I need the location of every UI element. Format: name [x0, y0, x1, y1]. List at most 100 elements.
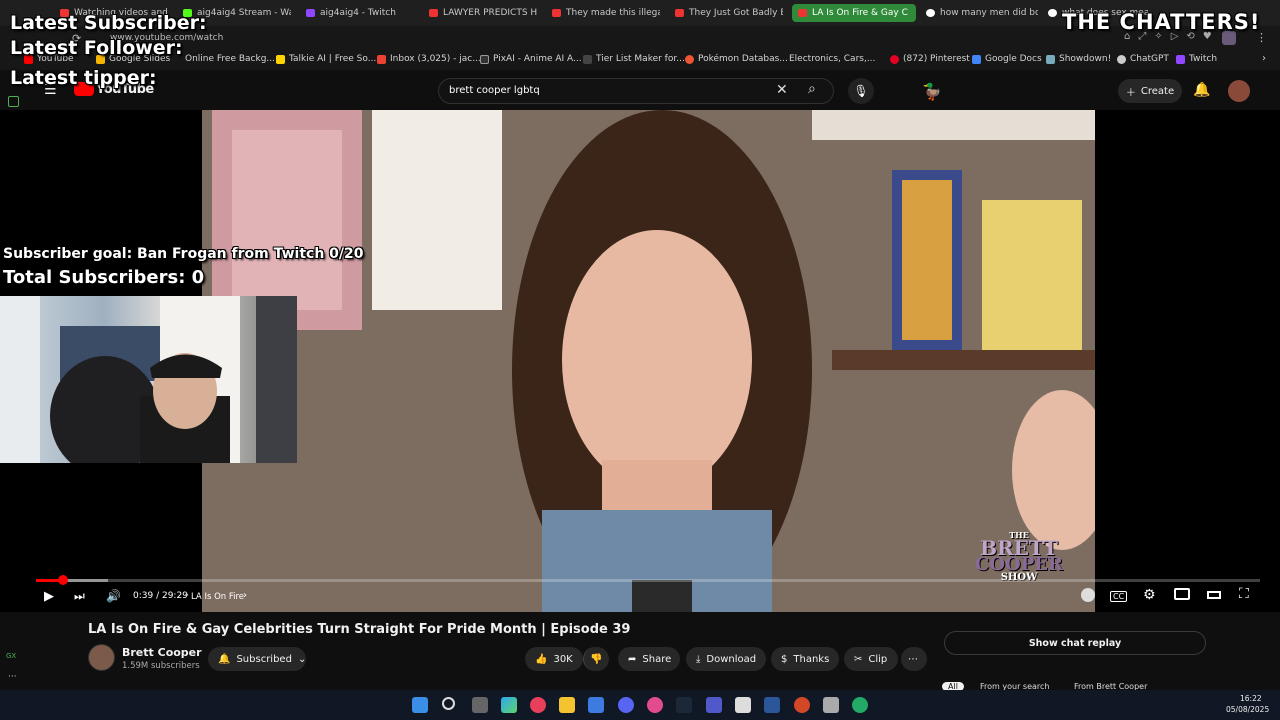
- volume-icon[interactable]: 🔊: [106, 589, 121, 603]
- captions-icon[interactable]: CC: [1110, 591, 1128, 602]
- bookmark-pixai[interactable]: PixAI - Anime AI A...: [480, 54, 582, 64]
- word-icon[interactable]: [764, 697, 780, 713]
- chip-from-channel[interactable]: From Brett Cooper: [1074, 682, 1147, 690]
- voice-search-icon[interactable]: 🎙: [848, 78, 874, 104]
- steam-icon[interactable]: [676, 697, 692, 713]
- autoplay-toggle[interactable]: [1081, 588, 1095, 602]
- plus-icon: ＋: [1125, 87, 1136, 99]
- powerpoint-icon[interactable]: [794, 697, 810, 713]
- copilot-icon[interactable]: [501, 697, 517, 713]
- bookmark-pinterest[interactable]: (872) Pinterest: [890, 54, 970, 64]
- bell-icon: 🔔: [218, 653, 231, 665]
- app-icon[interactable]: [852, 697, 868, 713]
- talkie-icon: [276, 54, 285, 64]
- windows-start-icon[interactable]: [412, 697, 428, 713]
- google-favicon-icon: [926, 9, 935, 17]
- chapter-separator: •: [184, 591, 190, 601]
- thanks-button[interactable]: $ Thanks: [771, 647, 839, 671]
- sidebar-more-icon[interactable]: ···: [8, 672, 17, 682]
- video-title: LA Is On Fire & Gay Celebrities Turn Str…: [88, 622, 631, 637]
- bookmark-gmail[interactable]: Inbox (3,025) - jac...: [377, 54, 481, 64]
- notifications-bell-icon[interactable]: 🔔: [1193, 82, 1210, 98]
- bookmark-ebay[interactable]: Electronics, Cars,...: [789, 54, 875, 64]
- docs-icon: [972, 54, 981, 64]
- share-button[interactable]: ➦ Share: [618, 647, 680, 671]
- channel-name[interactable]: Brett Cooper: [122, 646, 202, 659]
- bookmark-showdown[interactable]: Showdown!: [1046, 54, 1111, 64]
- channel-avatar[interactable]: [88, 644, 115, 671]
- show-chat-replay-button[interactable]: Show chat replay: [944, 631, 1206, 655]
- bookmark-twitch[interactable]: Twitch: [1176, 54, 1217, 64]
- bookmark-tier-list[interactable]: Tier List Maker for...: [583, 54, 685, 64]
- thumbs-up-icon: 👍: [535, 653, 548, 665]
- search-input[interactable]: brett cooper lgbtq: [438, 78, 834, 104]
- theater-mode-icon[interactable]: [1207, 591, 1221, 599]
- store-icon[interactable]: [588, 697, 604, 713]
- share-arrow-icon: ➦: [628, 653, 637, 665]
- sidebar-icon[interactable]: [8, 96, 19, 107]
- app-icon[interactable]: [735, 697, 751, 713]
- bookmark-chatgpt[interactable]: ChatGPT: [1117, 54, 1169, 64]
- account-avatar[interactable]: [1228, 80, 1250, 102]
- thumbs-down-icon: 👎: [590, 653, 603, 665]
- fullscreen-icon[interactable]: ⛶: [1239, 586, 1249, 602]
- browser-tab[interactable]: LAWYER PREDICTS HAS: [429, 4, 537, 22]
- windows-taskbar: [0, 690, 1280, 720]
- browser-tab[interactable]: They Just Got Badly Ex: [675, 4, 783, 22]
- more-actions-button[interactable]: ⋯: [901, 647, 927, 671]
- next-video-icon[interactable]: ⏭: [74, 589, 85, 604]
- twitch-icon: [1176, 54, 1185, 64]
- sidebar-icon[interactable]: GX: [6, 652, 16, 660]
- miniplayer-icon[interactable]: [1174, 588, 1190, 600]
- app-icon[interactable]: [647, 697, 663, 713]
- search-icon[interactable]: ⌕: [808, 81, 816, 97]
- video-scene: [202, 110, 1095, 612]
- subscribed-button[interactable]: 🔔 Subscribed ⌄: [208, 647, 306, 671]
- chapter-title[interactable]: LA Is On Fire: [191, 592, 244, 602]
- clip-button[interactable]: ✂ Clip: [844, 647, 898, 671]
- chapter-chevron-icon[interactable]: ›: [243, 590, 247, 601]
- bookmark-talkie[interactable]: Talkie AI | Free So...: [276, 54, 376, 64]
- showdown-icon: [1046, 54, 1055, 64]
- subscriber-count: 1.59M subscribers: [122, 661, 200, 671]
- search-taskbar-icon[interactable]: [442, 697, 455, 710]
- taskbar-clock[interactable]: 16:22: [1240, 694, 1262, 703]
- teams-icon[interactable]: [706, 697, 722, 713]
- dislike-button[interactable]: 👎: [583, 647, 609, 671]
- settings-gear-icon[interactable]: ⚙: [1143, 587, 1156, 603]
- streamer-webcam: [0, 296, 297, 463]
- bookmark-pokemon[interactable]: Pokémon Databas...: [685, 54, 788, 64]
- channel-watermark: THE BRETT COOPER SHOW: [975, 530, 1063, 584]
- video-progress-bar[interactable]: [36, 575, 1260, 585]
- opera-gx-icon[interactable]: [530, 697, 546, 713]
- play-icon[interactable]: ▶: [44, 589, 54, 604]
- bookmark-background[interactable]: Online Free Backg...: [185, 54, 275, 64]
- pinterest-icon: [890, 54, 899, 64]
- bookmarks-bar: YouTube Google Slides Online Free Backg.…: [0, 50, 1280, 70]
- browser-tab[interactable]: how many men did bon: [926, 4, 1038, 22]
- taskbar-date[interactable]: 05/08/2025: [1226, 705, 1269, 714]
- app-icon[interactable]: [823, 697, 839, 713]
- browser-tab[interactable]: aig4aig4 - Twitch: [306, 4, 414, 22]
- chip-from-search[interactable]: From your search: [980, 682, 1049, 690]
- twitch-favicon-icon: [306, 9, 315, 17]
- chatters-overlay: THE CHATTERS!: [1062, 10, 1261, 34]
- youtube-favicon-icon: [675, 9, 684, 17]
- download-button[interactable]: ⤓ Download: [686, 647, 766, 671]
- bookmarks-overflow-icon[interactable]: ›: [1262, 53, 1266, 64]
- scissors-icon: ✂: [854, 653, 863, 665]
- file-explorer-icon[interactable]: [559, 697, 575, 713]
- progress-scrubber[interactable]: [57, 575, 68, 585]
- browser-tab-active[interactable]: LA Is On Fire & Gay C: [792, 4, 916, 22]
- task-view-icon[interactable]: [472, 697, 488, 713]
- create-button[interactable]: ＋ Create: [1118, 79, 1182, 103]
- clear-search-icon[interactable]: ✕: [776, 82, 788, 98]
- chip-all[interactable]: All: [942, 682, 964, 690]
- browser-tab[interactable]: They made this illegal: [552, 4, 660, 22]
- pixai-icon: [480, 54, 489, 64]
- more-horizontal-icon: ⋯: [908, 653, 918, 665]
- discord-icon[interactable]: [618, 697, 634, 713]
- pokeball-icon: [685, 54, 694, 64]
- like-button[interactable]: 👍 30K: [525, 647, 583, 671]
- bookmark-google-docs[interactable]: Google Docs: [972, 54, 1042, 64]
